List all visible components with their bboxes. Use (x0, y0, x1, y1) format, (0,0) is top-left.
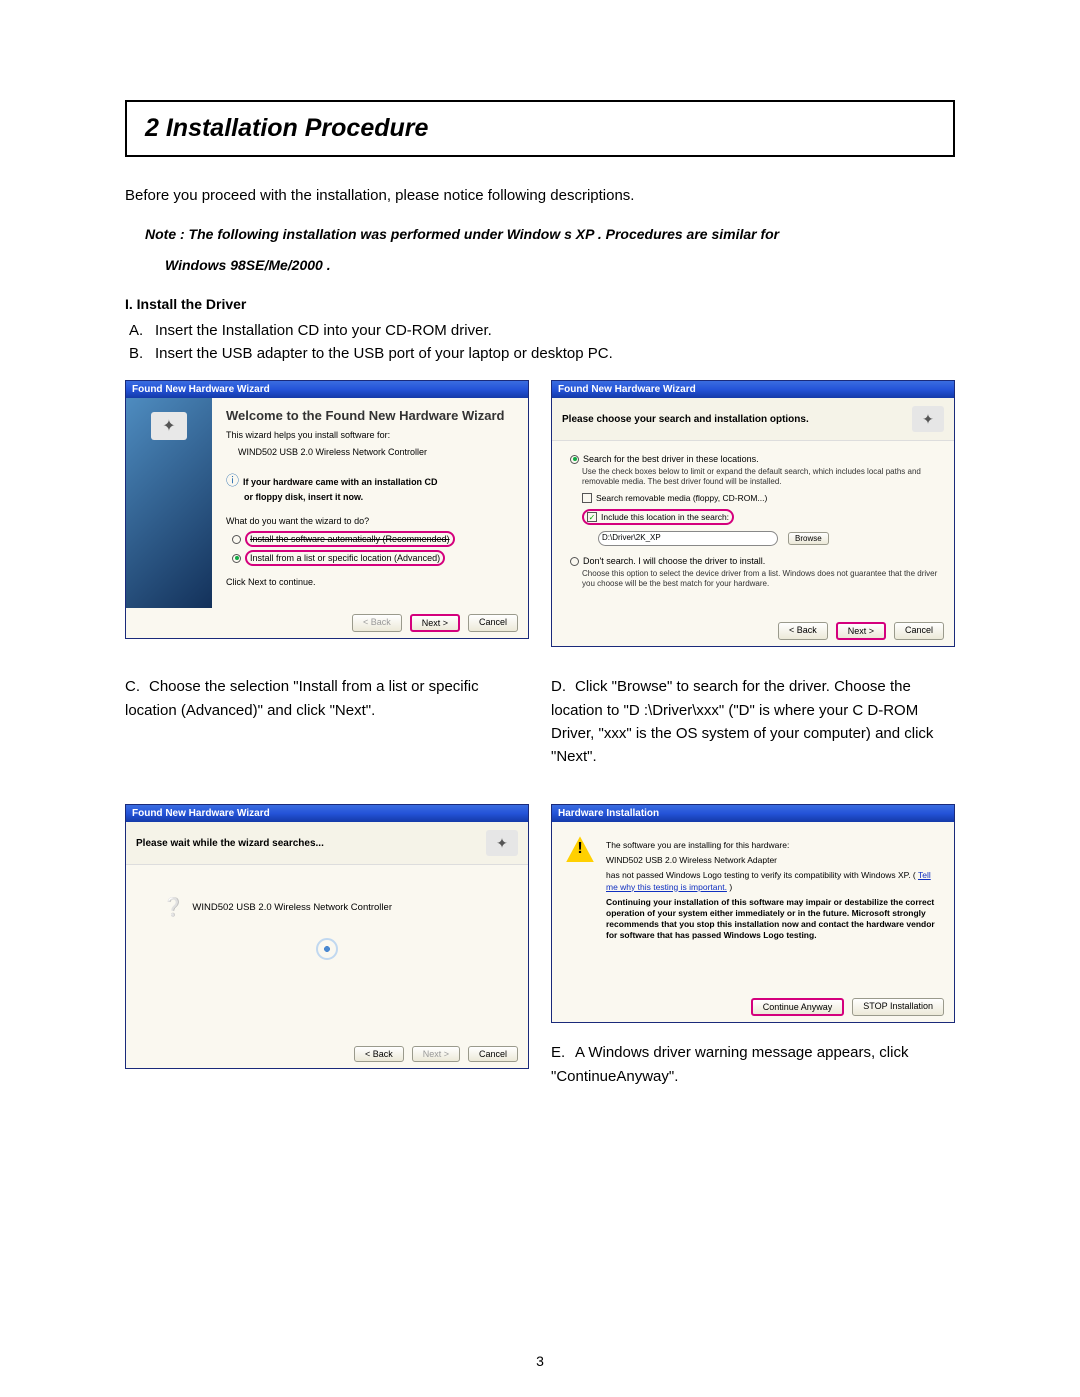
wizard-heading: Please wait while the wizard searches... (136, 838, 324, 849)
dialog-wizard-welcome: Found New Hardware Wizard ✦ Welcome to t… (125, 380, 529, 639)
click-next-hint: Click Next to continue. (226, 576, 514, 588)
radio-search-label: Search for the best driver in these loca… (583, 454, 759, 464)
cancel-button[interactable]: Cancel (894, 622, 944, 640)
checkbox-icon (582, 493, 592, 503)
radio-icon (570, 455, 579, 464)
browse-button[interactable]: Browse (788, 532, 829, 545)
caption-row-1: C.Choose the selection "Install from a l… (125, 665, 955, 768)
caption-c: C.Choose the selection "Install from a l… (125, 675, 529, 722)
help-icon: ❔ (162, 897, 184, 918)
step-a: A.Insert the Installation CD into your C… (129, 322, 955, 339)
note-line-1: Note : The following installation was pe… (145, 222, 955, 247)
radio-dont-search[interactable]: Don't search. I will choose the driver t… (570, 556, 942, 566)
searching-device-name: WIND502 USB 2.0 Wireless Network Control… (192, 902, 392, 913)
screenshot-row-1: Found New Hardware Wizard ✦ Welcome to t… (125, 380, 955, 647)
wizard-prompt: What do you want the wizard to do? (226, 515, 514, 527)
section-title: 2 Installation Procedure (145, 114, 935, 143)
page-number: 3 (536, 1353, 544, 1369)
note-line-2: Windows 98SE/Me/2000 . (165, 253, 955, 278)
caption-e-text: A Windows driver warning message appears… (551, 1044, 908, 1084)
wizard-heading: Welcome to the Found New Hardware Wizard (226, 408, 514, 423)
warn-logo-text-b: ) (729, 882, 732, 892)
checkbox-removable-media[interactable]: Search removable media (floppy, CD-ROM..… (582, 493, 942, 503)
dialog-title: Found New Hardware Wizard (126, 805, 528, 822)
back-button[interactable]: < Back (352, 614, 402, 632)
radio-auto-install[interactable]: Install the software automatically (Reco… (232, 531, 514, 547)
warning-icon: ! (566, 836, 594, 862)
caption-e: E.A Windows driver warning message appea… (551, 1041, 955, 1088)
continue-anyway-button[interactable]: Continue Anyway (751, 998, 845, 1016)
warn-line-1: The software you are installing for this… (606, 840, 940, 851)
caption-c-text: Choose the selection "Install from a lis… (125, 678, 479, 718)
radio-icon (570, 557, 579, 566)
radio-icon (232, 535, 241, 544)
device-icon: ✦ (912, 406, 944, 432)
checkbox-removable-label: Search removable media (floppy, CD-ROM..… (596, 493, 767, 503)
screenshot-row-2: Found New Hardware Wizard Please wait wh… (125, 804, 955, 1088)
wizard-help: This wizard helps you install software f… (226, 429, 514, 441)
device-icon: ✦ (486, 830, 518, 856)
radio-auto-label: Install the software automatically (Reco… (245, 531, 455, 547)
next-button[interactable]: Next > (412, 1046, 460, 1062)
dialog-title: Found New Hardware Wizard (552, 381, 954, 398)
back-button[interactable]: < Back (354, 1046, 404, 1062)
search-subtext: Use the check boxes below to limit or ex… (582, 467, 942, 487)
checkbox-include-label: Include this location in the search: (601, 512, 729, 522)
step-b: B.Insert the USB adapter to the USB port… (129, 345, 955, 362)
dialog-hardware-installation-warning: Hardware Installation ! The software you… (551, 804, 955, 1023)
wizard-side-panel: ✦ (126, 398, 212, 608)
search-spinner-icon (316, 938, 338, 960)
warn-strong-text: Continuing your installation of this sof… (606, 897, 940, 941)
wizard-device-name: WIND502 USB 2.0 Wireless Network Control… (238, 446, 514, 458)
radio-search-best[interactable]: Search for the best driver in these loca… (570, 454, 942, 464)
radio-icon (232, 554, 241, 563)
caption-d-text: Click "Browse" to search for the driver.… (551, 678, 933, 765)
cancel-button[interactable]: Cancel (468, 1046, 518, 1062)
checkbox-include-location[interactable]: ✓ Include this location in the search: (582, 509, 734, 525)
step-a-text: Insert the Installation CD into your CD-… (155, 322, 492, 339)
cancel-button[interactable]: Cancel (468, 614, 518, 632)
dialog-title: Found New Hardware Wizard (126, 381, 528, 398)
radio-advanced-label: Install from a list or specific location… (245, 550, 445, 566)
radio-advanced-install[interactable]: Install from a list or specific location… (232, 550, 514, 566)
info-icon: ⓘ (226, 473, 239, 488)
caption-d: D.Click "Browse" to search for the drive… (551, 675, 955, 768)
dialog-title: Hardware Installation (552, 805, 954, 822)
step-b-text: Insert the USB adapter to the USB port o… (155, 345, 613, 362)
dialog-wizard-searching: Found New Hardware Wizard Please wait wh… (125, 804, 529, 1069)
dont-search-subtext: Choose this option to select the device … (582, 569, 942, 589)
warn-device-name: WIND502 USB 2.0 Wireless Network Adapter (606, 855, 940, 866)
stop-installation-button[interactable]: STOP Installation (852, 998, 944, 1016)
step-heading: I. Install the Driver (125, 296, 955, 312)
section-header: 2 Installation Procedure (125, 100, 955, 157)
radio-dont-label: Don't search. I will choose the driver t… (583, 556, 765, 566)
wizard-heading: Please choose your search and installati… (562, 414, 809, 425)
location-path-input[interactable]: D:\Driver\2K_XP (598, 531, 778, 546)
cd-hint-1: If your hardware came with an installati… (243, 477, 438, 487)
intro-text: Before you proceed with the installation… (125, 187, 955, 204)
dialog-wizard-search-options: Found New Hardware Wizard Please choose … (551, 380, 955, 647)
cd-hint-2: or floppy disk, insert it now. (244, 492, 363, 502)
warn-logo-text-a: has not passed Windows Logo testing to v… (606, 870, 916, 880)
checkbox-icon: ✓ (587, 512, 597, 522)
device-icon: ✦ (151, 412, 187, 440)
next-button[interactable]: Next > (410, 614, 460, 632)
next-button[interactable]: Next > (836, 622, 886, 640)
back-button[interactable]: < Back (778, 622, 828, 640)
